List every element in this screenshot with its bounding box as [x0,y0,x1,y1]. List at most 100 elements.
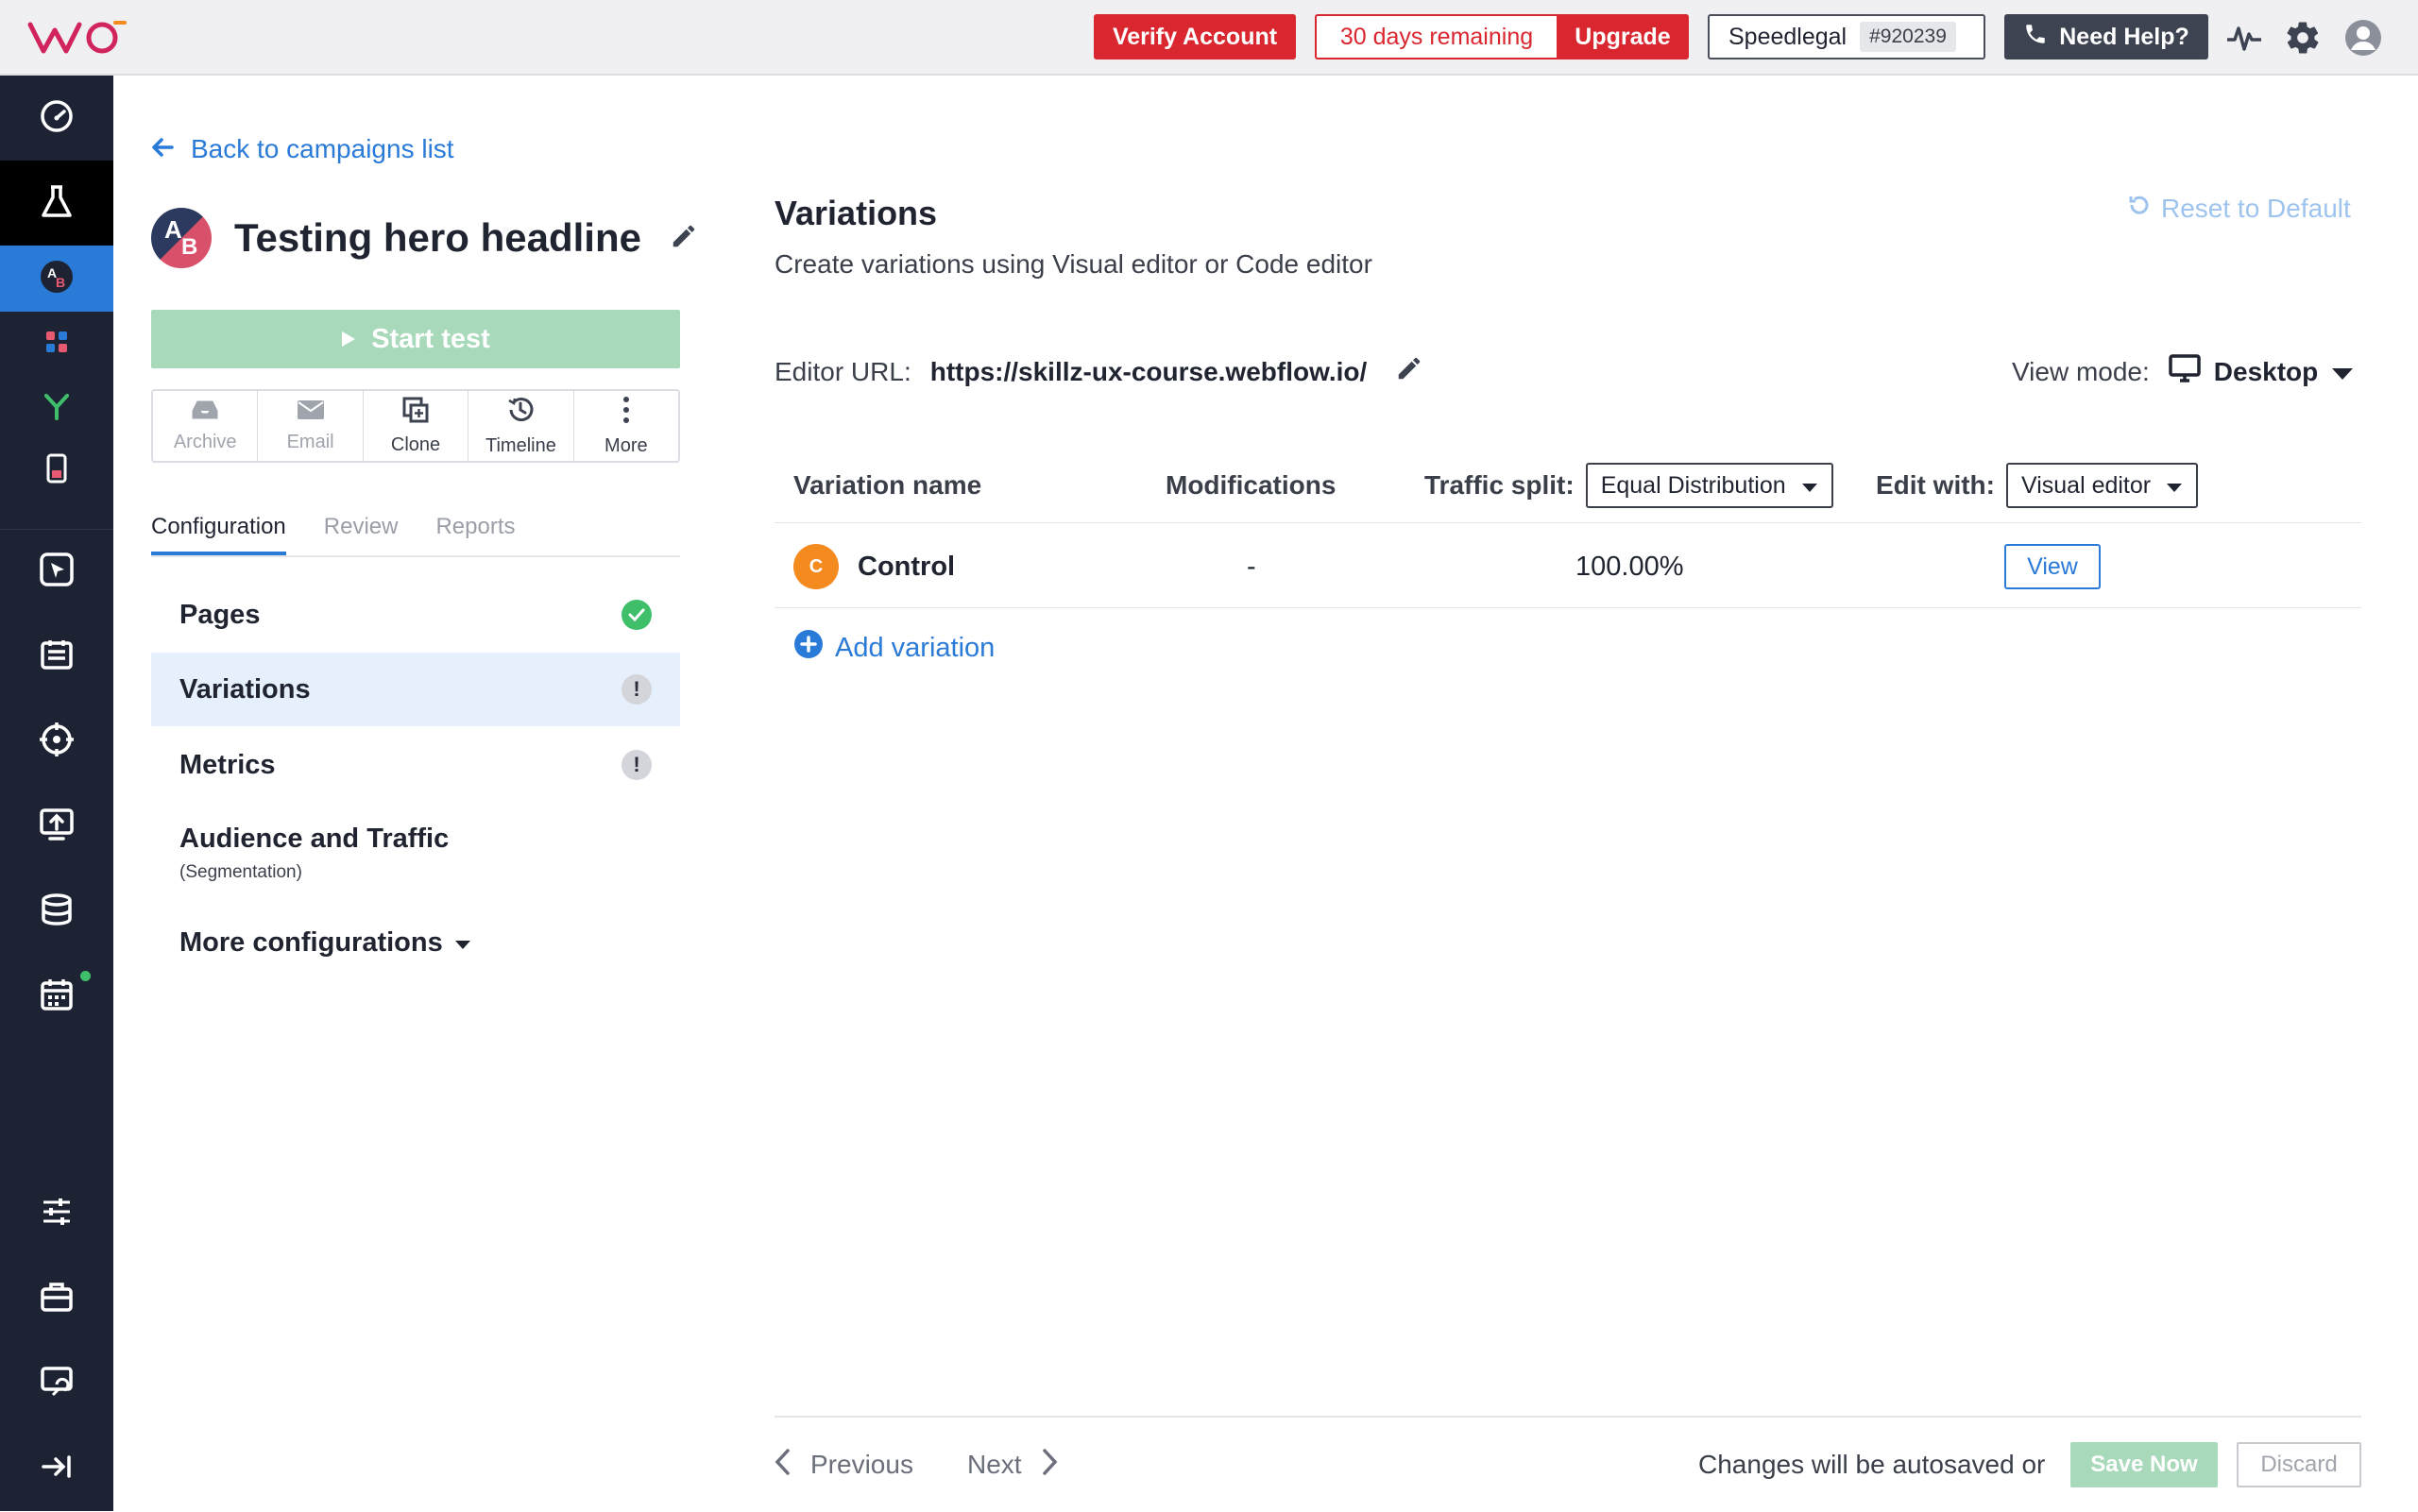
nav-item-variations[interactable]: Variations ! [151,653,680,726]
sidebar-tools[interactable] [0,1256,113,1341]
save-now-button[interactable]: Save Now [2070,1442,2218,1487]
upgrade-button[interactable]: Upgrade [1557,14,1689,59]
autosave-note: Changes will be autosaved or [1698,1450,2046,1479]
modifications-cell: - [1247,551,1256,582]
sync-icon [40,1366,74,1402]
editor-url-value: https://skillz-ux-course.webflow.io/ [929,356,1368,386]
dashboard-icon [39,98,75,139]
reset-to-default-button[interactable]: Reset to Default [2127,193,2351,224]
sidebar-data[interactable] [0,869,113,954]
data-icon [40,892,74,931]
editor-url-row: Editor URL: https://skillz-ux-course.web… [775,354,1423,389]
email-button[interactable]: Email [258,391,364,461]
activity-pulse-icon[interactable] [2223,17,2265,59]
timeline-label: Timeline [485,434,556,456]
add-variation-label: Add variation [835,632,996,663]
previous-button[interactable]: Previous [775,1418,913,1512]
notification-dot [80,971,91,981]
column-header-traffic-split: Traffic split: Equal Distribution [1424,448,1833,523]
column-header-edit-with: Edit with: Visual editor [1876,448,2199,523]
nav-item-metrics[interactable]: Metrics ! [151,736,680,794]
page-footer: Previous Next Changes will be autosaved … [775,1416,2361,1511]
tab-review[interactable]: Review [324,514,399,555]
variation-name: Control [858,551,956,582]
account-id: #920239 [1860,22,1956,52]
campaign-header: A B Testing hero headline [151,208,698,268]
sidebar-mobile[interactable] [0,444,113,497]
heatmap-cursor-icon [39,552,75,592]
timeline-button[interactable]: Timeline [468,391,574,461]
pencil-edit-icon[interactable] [1395,354,1423,389]
sidebar-deploy[interactable] [0,784,113,869]
nav-item-label: Variations [179,673,311,705]
add-variation-button[interactable]: Add variation [793,629,995,667]
settings-sliders-icon [41,1196,73,1232]
variations-table-header: Variation name Modifications Traffic spl… [775,448,2361,523]
caret-down-icon [2166,472,2183,500]
discard-button[interactable]: Discard [2237,1442,2361,1487]
sidebar-targeting[interactable] [0,699,113,784]
sidebar-dashboard[interactable] [0,76,113,161]
view-mode-dropdown[interactable]: Desktop [2169,354,2354,389]
pencil-edit-icon[interactable] [670,222,698,255]
traffic-percentage-cell: 100.00% [1575,551,1684,582]
sidebar-configure[interactable] [0,1171,113,1256]
edit-with-label: Edit with: [1876,470,1995,500]
target-icon [39,722,75,762]
traffic-split-select[interactable]: Equal Distribution [1585,463,1833,508]
nav-item-sublabel: (Segmentation) [179,862,302,882]
back-to-campaigns-link[interactable]: Back to campaigns list [151,134,454,164]
sidebar-funnel[interactable] [0,382,113,434]
archive-button[interactable]: Archive [153,391,259,461]
survey-form-icon [40,637,74,676]
email-label: Email [286,431,334,452]
desktop-monitor-icon [2169,354,2201,389]
sidebar-surveys[interactable] [0,614,113,699]
need-help-button[interactable]: Need Help? [2004,14,2208,59]
user-avatar-icon[interactable] [2342,17,2384,59]
main-sidebar: AB [0,76,113,1511]
start-test-button[interactable]: Start test [151,310,680,368]
more-configurations-toggle[interactable]: More configurations [179,927,471,959]
account-name: Speedlegal [1728,23,1848,50]
chevron-left-icon [775,1448,790,1482]
variation-name-cell: C Control [793,525,955,608]
nav-item-audience-traffic[interactable]: Audience and Traffic (Segmentation) [179,824,449,883]
clone-button[interactable]: Clone [364,391,469,461]
nav-item-label: Pages [179,599,261,630]
avatar-a: A [164,215,182,244]
tab-configuration[interactable]: Configuration [151,514,286,555]
ab-campaign-avatar: A B [151,208,212,268]
more-actions-button[interactable]: More [574,391,678,461]
edit-with-select[interactable]: Visual editor [2005,463,2199,508]
tab-reports[interactable]: Reports [435,514,515,555]
view-mode-label: View mode: [2012,356,2150,386]
next-label: Next [967,1450,1022,1479]
traffic-split-label: Traffic split: [1424,470,1575,500]
clone-label: Clone [390,433,441,455]
sidebar-sync[interactable] [0,1341,113,1426]
sidebar-testing[interactable] [0,161,113,246]
sidebar-insights[interactable] [0,529,113,614]
sidebar-calendar[interactable] [0,954,113,1039]
play-icon [341,324,356,355]
calendar-icon [40,977,74,1016]
vwo-logo[interactable] [26,17,130,59]
reset-label: Reset to Default [2161,193,2351,223]
next-button[interactable]: Next [967,1418,1058,1512]
nav-item-pages[interactable]: Pages [151,586,680,644]
caret-down-icon [454,927,471,959]
verify-account-button[interactable]: Verify Account [1094,14,1296,59]
funnel-icon [43,392,71,425]
view-variation-button[interactable]: View [2004,544,2101,589]
top-bar: Verify Account 30 days remaining Upgrade… [0,0,2418,76]
gear-icon[interactable] [2282,17,2324,59]
sidebar-collapse[interactable] [0,1426,113,1511]
trial-days-badge: 30 days remaining [1315,14,1557,59]
account-switcher[interactable]: Speedlegal #920239 [1708,14,1985,59]
sidebar-ab-test[interactable]: AB [0,246,113,312]
sidebar-apps[interactable] [0,317,113,370]
email-icon [297,399,325,426]
control-badge: C [793,544,839,589]
plus-circle-icon [793,629,824,667]
